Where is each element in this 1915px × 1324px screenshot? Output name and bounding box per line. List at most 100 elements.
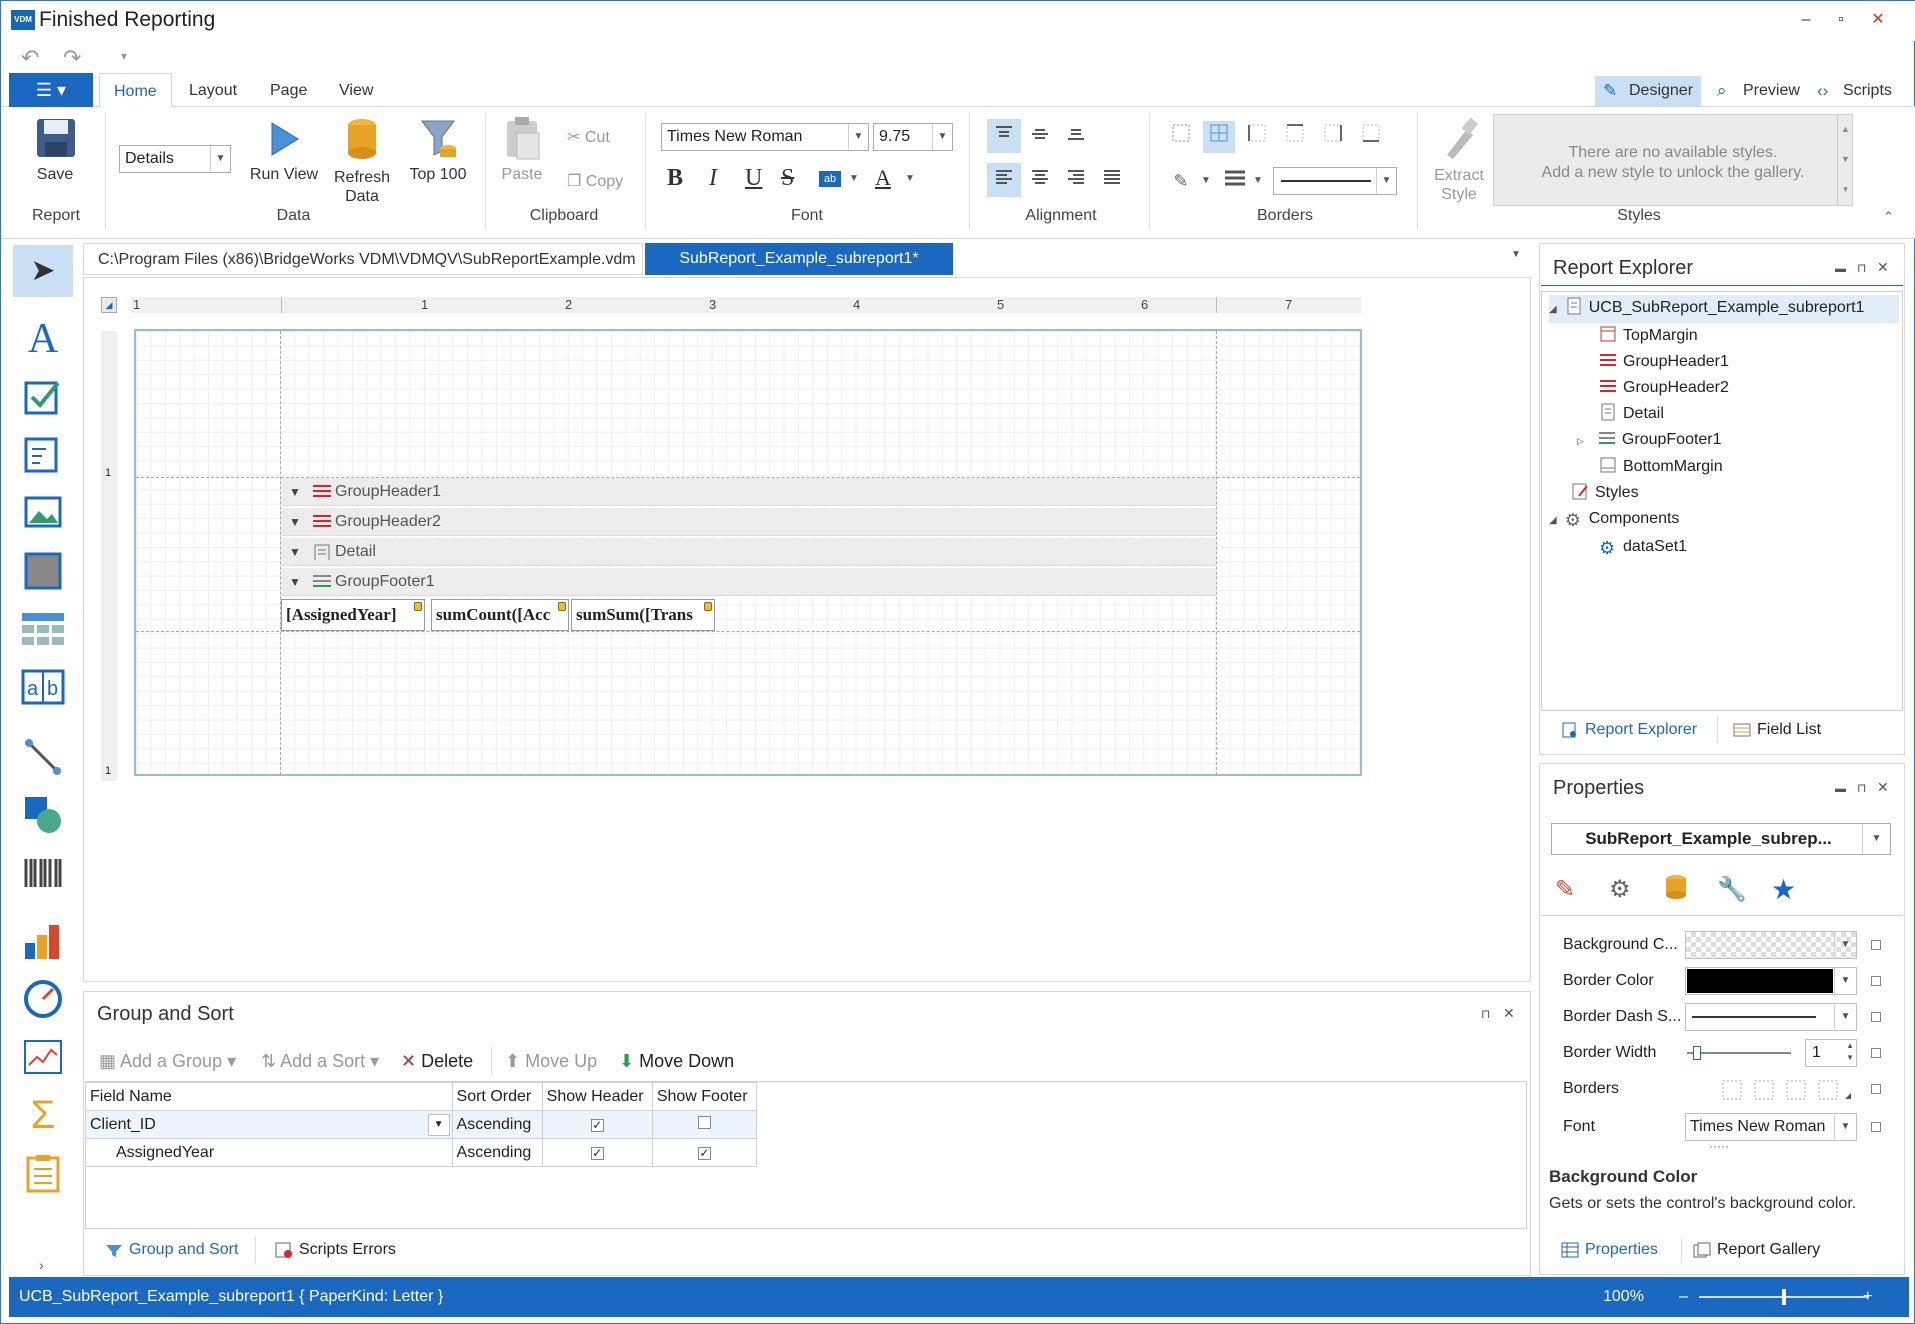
collapse-arrow-icon[interactable]: ◢	[1549, 304, 1557, 315]
close-icon[interactable]: ✕	[1503, 1005, 1515, 1022]
show-header-cell[interactable]: ✓	[541, 1138, 653, 1167]
pin-icon[interactable]: ⊓	[1857, 781, 1866, 795]
expand-arrow-icon[interactable]: ▷	[1577, 436, 1584, 446]
zoom-out-button[interactable]: –	[1679, 1277, 1688, 1317]
ruler-corner-icon[interactable]: ◢	[101, 297, 117, 313]
tab-group-and-sort[interactable]: Group and Sort	[97, 1233, 238, 1267]
paste-button[interactable]: Paste	[497, 115, 547, 184]
left-border-button[interactable]	[1241, 121, 1273, 153]
field-name-cell[interactable]: AssignedYear	[85, 1138, 453, 1167]
doc-tab-main[interactable]: C:\Program Files (x86)\BridgeWorks VDM\V…	[83, 243, 643, 275]
collapse-arrow-icon[interactable]: ▼	[289, 568, 301, 596]
cell-sum-sum[interactable]: sumSum([Trans	[571, 599, 715, 631]
tab-layout[interactable]: Layout	[175, 73, 251, 108]
zoom-slider-thumb[interactable]	[1782, 1289, 1786, 1305]
chart-tool[interactable]	[13, 915, 73, 967]
extract-style-button[interactable]: Extract Style	[1429, 115, 1489, 204]
panel-tool[interactable]	[13, 545, 73, 597]
tab-scripts-errors[interactable]: Scripts Errors	[267, 1233, 396, 1267]
copy-button[interactable]: ❐ Copy	[567, 171, 623, 191]
cell-sum-count[interactable]: sumCount([Acc	[431, 599, 569, 631]
bottom-border-button[interactable]	[1355, 121, 1387, 153]
chevron-down-icon[interactable]: ▼	[427, 1114, 450, 1136]
collapse-arrow-icon[interactable]: ▼	[289, 538, 301, 566]
border-dash-dropdown[interactable]: ▼	[1273, 167, 1397, 195]
refresh-data-button[interactable]: Refresh Data	[331, 115, 393, 206]
property-row-borders[interactable]: Borders	[1561, 1071, 1881, 1107]
property-row-border-color[interactable]: Border Color ▼	[1561, 963, 1881, 999]
tree-item-topmargin[interactable]: TopMargin	[1549, 323, 1899, 349]
align-center-button[interactable]	[1023, 163, 1057, 197]
smart-tag-icon[interactable]	[704, 602, 712, 611]
character-comb-tool[interactable]: ab	[13, 661, 73, 713]
barcode-tool[interactable]	[13, 847, 73, 899]
border-width-input[interactable]: 1 ▲ ▼	[1805, 1039, 1857, 1067]
redo-icon[interactable]: ↷	[63, 45, 81, 71]
property-row-border-width[interactable]: Border Width 1 ▲ ▼	[1561, 1035, 1881, 1071]
label-tool[interactable]: A	[13, 313, 73, 365]
file-menu-button[interactable]: ☰ ▾	[9, 73, 93, 107]
splitter-handle[interactable]: ·····	[1709, 1139, 1729, 1153]
undo-icon[interactable]: ↶	[21, 45, 39, 71]
styles-gallery[interactable]: There are no available styles. Add a new…	[1493, 114, 1853, 206]
designer-mode-button[interactable]: ✎ Designer	[1595, 76, 1702, 106]
tab-field-list[interactable]: Field List	[1725, 713, 1821, 747]
tab-report-explorer[interactable]: Report Explorer	[1553, 713, 1697, 747]
property-row-border-dash[interactable]: Border Dash S... ▼	[1561, 999, 1881, 1035]
scripts-mode-button[interactable]: ‹› Scripts	[1809, 76, 1900, 106]
align-bottom-button[interactable]	[1059, 119, 1093, 153]
tree-item-styles[interactable]: Styles	[1549, 480, 1899, 506]
maximize-panel-icon[interactable]: ▬	[1835, 263, 1846, 275]
font-family-dropdown[interactable]: Times New Roman ▼	[661, 123, 869, 151]
border-width-slider-track[interactable]	[1687, 1052, 1791, 1054]
top-100-button[interactable]: Top 100	[403, 115, 473, 184]
tree-item-bottommargin[interactable]: BottomMargin	[1549, 454, 1899, 480]
chevron-down-icon[interactable]: ▼	[905, 173, 915, 184]
checkbox-tool[interactable]	[13, 371, 73, 423]
customize-quick-access-icon[interactable]: ▾	[121, 49, 127, 63]
band-select-dropdown[interactable]: Details ▼	[119, 145, 231, 173]
column-header[interactable]: Sort Order	[451, 1082, 543, 1111]
column-header[interactable]: Field Name	[85, 1082, 453, 1111]
show-footer-checkbox[interactable]: ✓	[697, 1146, 711, 1160]
preview-mode-button[interactable]: ⌕ Preview	[1709, 76, 1808, 106]
chevron-down-icon[interactable]: ▼	[1201, 175, 1211, 186]
table-tool[interactable]	[13, 603, 73, 655]
chevron-down-icon[interactable]: ▼	[1253, 175, 1263, 186]
save-button[interactable]: Save	[27, 115, 83, 184]
pointer-tool[interactable]: ➤	[13, 245, 73, 297]
sparkline-tool[interactable]	[13, 1031, 73, 1083]
richtext-tool[interactable]	[13, 429, 73, 481]
strikethrough-button[interactable]: S	[781, 165, 794, 192]
appearance-tab-icon[interactable]: ✎	[1555, 875, 1575, 904]
table-row[interactable]: Client_ID ▼ Ascending ✓	[85, 1110, 758, 1139]
font-color-button[interactable]: A	[875, 165, 891, 191]
gallery-scroll[interactable]: ▲ ▼ ▾	[1837, 114, 1853, 206]
tab-list-icon[interactable]: ▼	[1511, 249, 1521, 260]
border-color-value[interactable]: ▼	[1685, 967, 1857, 995]
zoom-in-button[interactable]: +	[1863, 1277, 1872, 1317]
tab-page[interactable]: Page	[256, 73, 321, 108]
gauge-tool[interactable]	[13, 973, 73, 1025]
tab-report-gallery[interactable]: Report Gallery	[1685, 1233, 1820, 1267]
run-view-button[interactable]: Run View	[246, 115, 322, 184]
right-border-button[interactable]	[1317, 121, 1349, 153]
collapse-arrow-icon[interactable]: ▼	[289, 478, 301, 506]
field-name-cell[interactable]: Client_ID ▼	[85, 1110, 453, 1139]
pin-icon[interactable]: ⊓	[1857, 261, 1866, 275]
close-icon[interactable]: ✕	[1877, 779, 1889, 796]
sort-order-cell[interactable]: Ascending	[451, 1138, 543, 1167]
shape-tool[interactable]	[13, 789, 73, 841]
smart-tag-icon[interactable]	[414, 602, 422, 611]
maximize-button[interactable]: ▫	[1821, 7, 1861, 33]
sort-order-cell[interactable]: Ascending	[451, 1110, 543, 1139]
show-header-checkbox[interactable]: ✓	[590, 1118, 604, 1132]
border-width-slider-thumb[interactable]	[1693, 1046, 1701, 1060]
maximize-panel-icon[interactable]: ▬	[1835, 783, 1846, 795]
add-sort-button[interactable]: ⇅ Add a Sort ▾	[261, 1049, 379, 1073]
doc-tab-subreport[interactable]: SubReport_Example_subreport1*	[645, 243, 953, 275]
column-header[interactable]: Show Footer	[651, 1082, 758, 1111]
tree-item-detail[interactable]: Detail	[1549, 401, 1899, 427]
collapse-arrow-icon[interactable]: ◢	[1549, 515, 1557, 526]
italic-button[interactable]: I	[709, 165, 717, 192]
